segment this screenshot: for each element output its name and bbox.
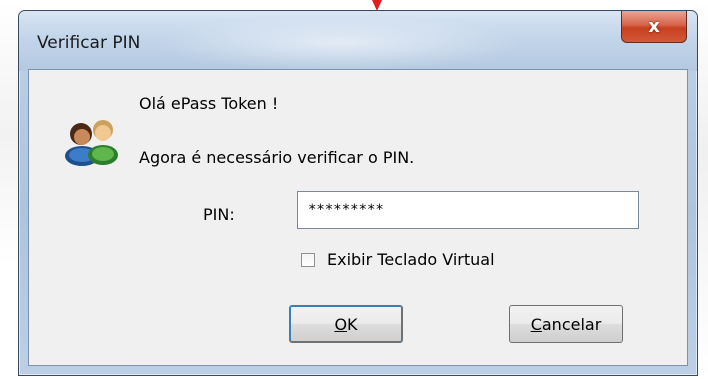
cancel-mnemonic: C bbox=[530, 314, 542, 334]
cancel-label: ancelar bbox=[541, 314, 602, 334]
instruction-text: Agora é necessário verificar o PIN. bbox=[139, 148, 415, 167]
title-bar[interactable]: Verificar PIN x bbox=[19, 11, 697, 71]
cancel-button[interactable]: Cancelar bbox=[509, 305, 623, 343]
ok-mnemonic: O bbox=[334, 314, 348, 334]
dialog-body: Olá ePass Token ! Agora é necessário ver… bbox=[28, 69, 688, 366]
window-title: Verificar PIN bbox=[37, 33, 141, 53]
verify-pin-dialog: Verificar PIN x Olá ePass Token ! Agora … bbox=[18, 10, 698, 376]
virtual-keyboard-label[interactable]: Exibir Teclado Virtual bbox=[327, 250, 495, 269]
users-icon bbox=[65, 120, 118, 166]
ok-label: K bbox=[347, 314, 358, 334]
pin-label: PIN: bbox=[203, 205, 235, 224]
virtual-keyboard-checkbox[interactable] bbox=[301, 253, 315, 267]
pin-input[interactable] bbox=[297, 191, 639, 229]
close-button[interactable]: x bbox=[621, 11, 687, 43]
background-right bbox=[698, 0, 708, 379]
ok-button[interactable]: OK bbox=[289, 305, 403, 343]
greeting-text: Olá ePass Token ! bbox=[139, 94, 279, 113]
close-icon: x bbox=[648, 16, 660, 37]
